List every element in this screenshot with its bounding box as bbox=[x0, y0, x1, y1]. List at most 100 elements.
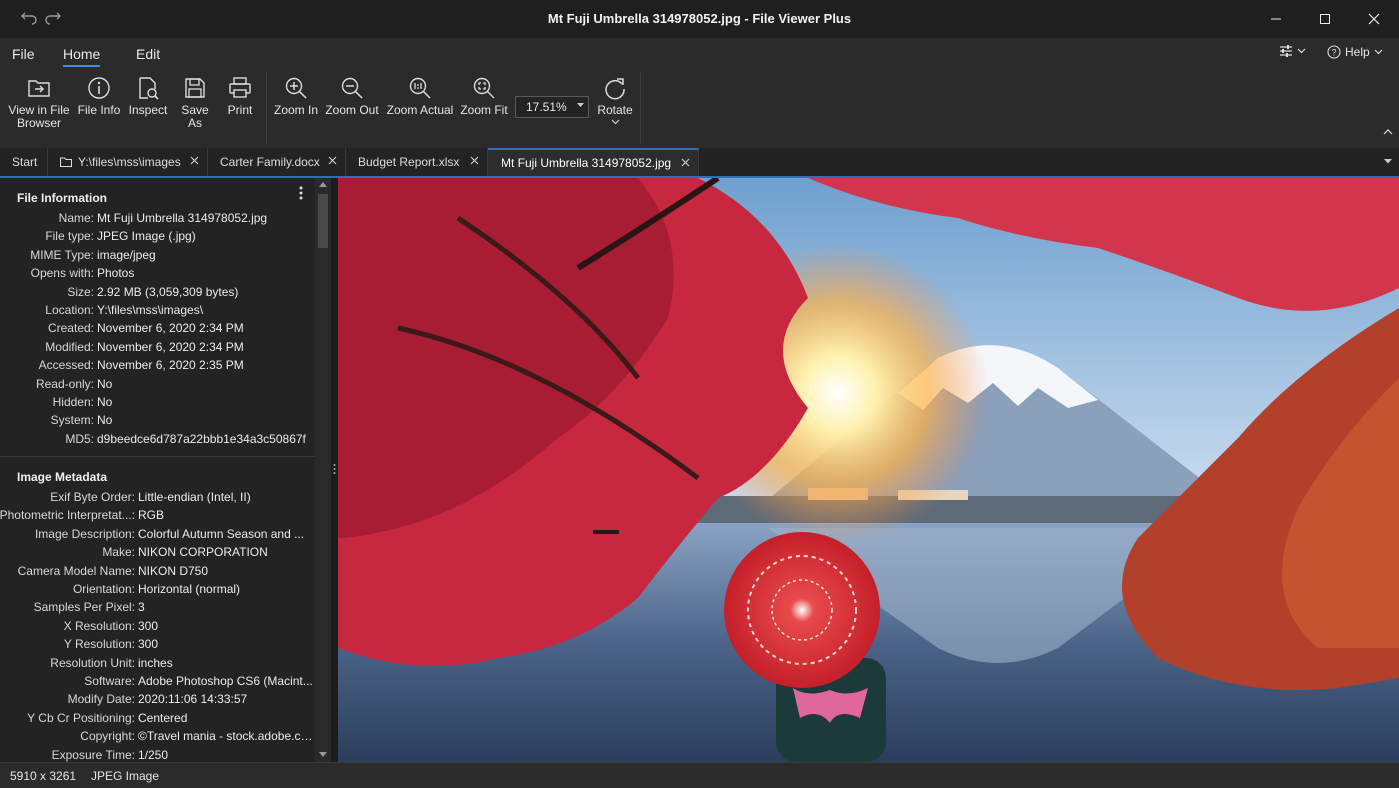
minimize-icon bbox=[1271, 18, 1281, 20]
rotate-button[interactable]: Rotate bbox=[594, 76, 636, 129]
title-bar: Mt Fuji Umbrella 314978052.jpg - File Vi… bbox=[0, 0, 1399, 38]
info-key: Image Description: bbox=[34, 526, 135, 541]
info-row: Size: 2.92 MB (3,059,309 bytes) bbox=[0, 285, 315, 303]
close-tab-icon[interactable] bbox=[328, 156, 337, 165]
info-row: Samples Per Pixel: 3 bbox=[0, 600, 315, 618]
info-value: 2020:11:06 14:33:57 bbox=[138, 692, 248, 707]
scroll-thumb[interactable] bbox=[318, 194, 328, 248]
info-key: Software: bbox=[84, 674, 135, 688]
ribbon-separator bbox=[266, 72, 267, 144]
info-value: 1/250 bbox=[138, 747, 169, 762]
info-row: Accessed: November 6, 2020 2:35 PM bbox=[0, 358, 315, 376]
file-info-button[interactable]: File Info bbox=[76, 76, 122, 117]
close-tab-icon[interactable] bbox=[470, 156, 479, 165]
info-key: Exif Byte Order: bbox=[50, 490, 135, 504]
info-key: Modified: bbox=[45, 339, 94, 354]
help-menu-button[interactable]: ? Help bbox=[1327, 45, 1383, 59]
info-value: Colorful Autumn Season and ... bbox=[138, 526, 305, 541]
print-button[interactable]: Print bbox=[221, 76, 259, 117]
image-viewer[interactable] bbox=[338, 178, 1399, 762]
info-key: Opens with: bbox=[30, 266, 94, 281]
zoom-out-button[interactable]: Zoom Out bbox=[323, 76, 381, 117]
tab-list-dropdown-icon[interactable] bbox=[1384, 159, 1392, 164]
info-row: Created: November 6, 2020 2:34 PM bbox=[0, 321, 315, 339]
menu-file[interactable]: File bbox=[12, 46, 35, 62]
info-value: 300 bbox=[138, 618, 159, 633]
close-button[interactable] bbox=[1351, 4, 1397, 34]
inspect-label: Inspect bbox=[128, 103, 168, 117]
panel-splitter[interactable] bbox=[331, 178, 338, 762]
info-row: Make: NIKON CORPORATION bbox=[0, 545, 315, 563]
zoom-level-value: 17.51% bbox=[526, 100, 567, 114]
rotate-label: Rotate bbox=[597, 103, 633, 117]
zoom-in-icon bbox=[285, 77, 307, 99]
info-row: Location: Y:\files\mss\images\ bbox=[0, 303, 315, 321]
close-tab-icon[interactable] bbox=[681, 158, 690, 167]
sidebar-scrollbar[interactable] bbox=[315, 178, 331, 762]
info-value: Y:\files\mss\images\ bbox=[97, 303, 204, 317]
zoom-actual-button[interactable]: Zoom Actual bbox=[385, 76, 455, 117]
info-key: X Resolution: bbox=[63, 618, 135, 633]
info-row: Y Resolution: 300 bbox=[0, 637, 315, 655]
info-value: 3 bbox=[138, 600, 145, 615]
info-key: Copyright: bbox=[80, 729, 135, 744]
info-key: File type: bbox=[45, 229, 94, 244]
tab-carter-family[interactable]: Carter Family.docx bbox=[208, 148, 346, 176]
tab-mt-fuji[interactable]: Mt Fuji Umbrella 314978052.jpg bbox=[488, 148, 699, 176]
view-in-file-browser-button[interactable]: View in File Browser bbox=[6, 76, 72, 130]
close-tab-icon[interactable] bbox=[190, 156, 199, 165]
info-row: Software: Adobe Photoshop CS6 (Macint... bbox=[0, 674, 315, 692]
info-row: Resolution Unit: inches bbox=[0, 656, 315, 674]
maximize-button[interactable] bbox=[1302, 4, 1348, 34]
minimize-button[interactable] bbox=[1253, 4, 1299, 34]
info-key: Read-only: bbox=[35, 376, 94, 391]
info-key: Y Cb Cr Positioning: bbox=[27, 710, 135, 725]
zoom-fit-button[interactable]: Zoom Fit bbox=[458, 76, 510, 117]
info-row: Orientation: Horizontal (normal) bbox=[0, 582, 315, 600]
ribbon-toolbar: View in File Browser File Info Inspect S… bbox=[0, 70, 1399, 149]
file-info-panel: File Information Name: Mt Fuji Umbrella 3… bbox=[0, 178, 333, 762]
help-icon: ? bbox=[1327, 45, 1341, 59]
info-row: Name: Mt Fuji Umbrella 314978052.jpg bbox=[0, 211, 315, 229]
info-value: ©Travel mania - stock.adobe.com bbox=[138, 729, 314, 744]
info-row: MD5: d9beedce6d787a22bbb1e34a3c50867f bbox=[0, 432, 315, 450]
save-as-button[interactable]: Save As bbox=[173, 76, 217, 130]
collapse-ribbon-icon[interactable] bbox=[1383, 128, 1393, 135]
info-key: Resolution Unit: bbox=[50, 655, 135, 670]
info-value: NIKON CORPORATION bbox=[138, 545, 268, 560]
print-label: Print bbox=[227, 103, 253, 117]
inspect-button[interactable]: Inspect bbox=[126, 76, 170, 117]
info-key: Location: bbox=[45, 303, 94, 317]
info-row: Exposure Time: 1/250 bbox=[0, 748, 315, 762]
more-options-icon[interactable] bbox=[298, 185, 304, 201]
settings-menu-button[interactable] bbox=[1279, 45, 1306, 57]
scroll-up-icon[interactable] bbox=[319, 182, 327, 187]
tab-start[interactable]: Start bbox=[0, 148, 48, 176]
info-value: RGB bbox=[138, 508, 165, 523]
tab-label: Start bbox=[12, 155, 38, 169]
info-key: Created: bbox=[47, 321, 94, 336]
ribbon-separator bbox=[640, 72, 641, 144]
save-as-label: Save As bbox=[181, 103, 209, 130]
menu-edit[interactable]: Edit bbox=[136, 46, 160, 62]
info-value: No bbox=[97, 395, 113, 409]
scroll-down-icon[interactable] bbox=[319, 752, 327, 757]
info-key: Hidden: bbox=[52, 395, 94, 409]
zoom-actual-icon bbox=[409, 77, 431, 99]
close-icon bbox=[1368, 13, 1380, 25]
document-tab-bar: Start Y:\files\mss\images Carter Family.… bbox=[0, 148, 1399, 178]
info-row: Hidden: No bbox=[0, 395, 315, 413]
help-label: Help bbox=[1345, 45, 1370, 59]
zoom-in-button[interactable]: Zoom In bbox=[272, 76, 320, 117]
tab-folder[interactable]: Y:\files\mss\images bbox=[48, 148, 208, 176]
info-value: November 6, 2020 2:35 PM bbox=[97, 358, 244, 373]
zoom-level-select[interactable]: 17.51% bbox=[515, 96, 589, 118]
rotate-icon bbox=[605, 78, 625, 100]
tab-budget-report[interactable]: Budget Report.xlsx bbox=[346, 148, 488, 176]
info-key: MIME Type: bbox=[30, 247, 94, 262]
splitter-grip-icon bbox=[333, 464, 336, 474]
menu-home[interactable]: Home bbox=[63, 46, 101, 67]
info-key: System: bbox=[50, 413, 94, 428]
info-key: Make: bbox=[102, 545, 135, 560]
folder-arrow-icon bbox=[28, 80, 50, 97]
